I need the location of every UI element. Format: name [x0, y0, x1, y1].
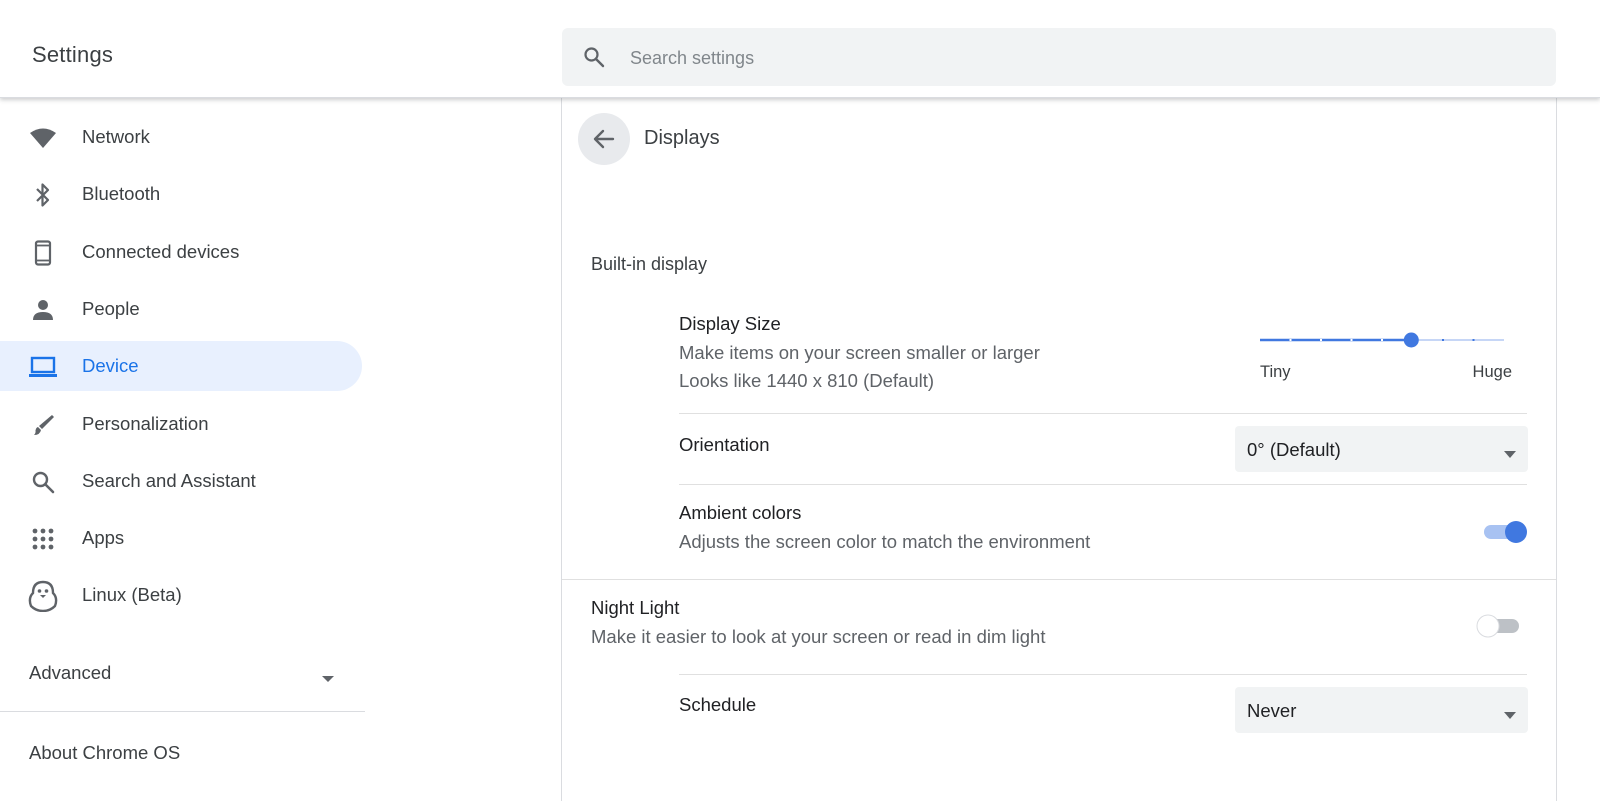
sidebar-item-bluetooth[interactable]: Bluetooth [0, 169, 362, 219]
slider-tick [1381, 339, 1383, 341]
slider-min-label: Tiny [1260, 363, 1291, 381]
sidebar-item-network[interactable]: Network [0, 112, 362, 162]
divider [679, 484, 1527, 485]
apps-grid-icon [28, 526, 58, 552]
slider-max-label: Huge [1472, 363, 1512, 381]
search-icon [28, 469, 58, 495]
about-chrome-os-link[interactable]: About Chrome OS [29, 742, 180, 764]
sidebar-nav: Network Bluetooth Connected devices Peop… [0, 97, 365, 801]
sidebar-item-label: Bluetooth [82, 183, 161, 204]
bluetooth-icon [28, 182, 58, 208]
ambient-colors-toggle[interactable] [1482, 520, 1528, 544]
slider-tick [1320, 339, 1322, 341]
divider [679, 413, 1527, 414]
sidebar-item-label: Search and Assistant [82, 470, 256, 491]
display-size-slider[interactable]: Tiny Huge [1260, 325, 1514, 385]
dropdown-arrow-icon [1504, 706, 1516, 724]
divider [679, 674, 1527, 675]
orientation-value: 0° (Default) [1247, 439, 1341, 460]
sidebar-item-device[interactable]: Device [0, 341, 362, 391]
penguin-icon [28, 580, 58, 612]
sidebar-item-label: Linux (Beta) [82, 584, 182, 605]
back-button[interactable] [578, 113, 630, 165]
app-header: Settings [0, 0, 1600, 98]
search-input[interactable] [628, 28, 1532, 88]
search-icon [582, 45, 606, 74]
sidebar-item-apps[interactable]: Apps [0, 513, 362, 563]
night-light-title: Night Light [591, 597, 680, 618]
sidebar-item-label: People [82, 298, 140, 319]
phone-icon [28, 240, 58, 266]
arrow-back-icon [593, 129, 615, 149]
dropdown-arrow-icon [1504, 445, 1516, 463]
orientation-select[interactable]: 0° (Default) [1235, 426, 1528, 472]
search-box[interactable] [562, 28, 1556, 88]
slider-tick [1472, 339, 1475, 341]
sidebar-divider [0, 711, 365, 712]
page-title: Displays [644, 127, 720, 149]
night-light-subtitle: Make it easier to look at your screen or… [591, 626, 1046, 647]
schedule-title: Schedule [679, 694, 757, 715]
ambient-colors-subtitle: Adjusts the screen color to match the en… [679, 531, 1091, 552]
sidebar-item-people[interactable]: People [0, 284, 362, 334]
caret-down-icon [321, 670, 335, 688]
sidebar-item-label: Network [82, 126, 150, 147]
sidebar-item-label: Connected devices [82, 241, 240, 262]
sidebar-item-label: Apps [82, 527, 125, 548]
app-title: Settings [32, 42, 114, 67]
section-title-builtin-display: Built-in display [591, 254, 708, 274]
displays-card: Displays Built-in display Display Size M… [561, 97, 1557, 801]
sidebar-item-search-assistant[interactable]: Search and Assistant [0, 456, 362, 506]
night-light-toggle[interactable] [1475, 613, 1521, 638]
wifi-icon [28, 125, 58, 151]
laptop-icon [28, 354, 58, 380]
slider-tick [1350, 339, 1353, 341]
sidebar-item-label: Personalization [82, 413, 209, 434]
display-size-detail: Looks like 1440 x 810 (Default) [679, 370, 935, 391]
sidebar-item-personalization[interactable]: Personalization [0, 399, 362, 449]
display-size-title: Display Size [679, 313, 781, 334]
sidebar-item-connected-devices[interactable]: Connected devices [0, 227, 362, 277]
display-size-subtitle: Make items on your screen smaller or lar… [679, 342, 1040, 363]
advanced-label: Advanced [29, 662, 112, 683]
advanced-toggle[interactable]: Advanced [29, 656, 349, 686]
slider-knob[interactable] [1403, 332, 1419, 348]
sidebar-item-label: Device [82, 355, 139, 376]
schedule-value: Never [1247, 700, 1297, 721]
ambient-colors-title: Ambient colors [679, 502, 802, 523]
slider-tick [1442, 339, 1444, 341]
sidebar-item-linux[interactable]: Linux (Beta) [0, 570, 362, 620]
schedule-select[interactable]: Never [1235, 687, 1528, 733]
brush-icon [28, 412, 58, 438]
slider-tick [1289, 339, 1292, 341]
orientation-title: Orientation [679, 434, 770, 455]
person-icon [28, 297, 58, 323]
section-divider [562, 579, 1556, 580]
